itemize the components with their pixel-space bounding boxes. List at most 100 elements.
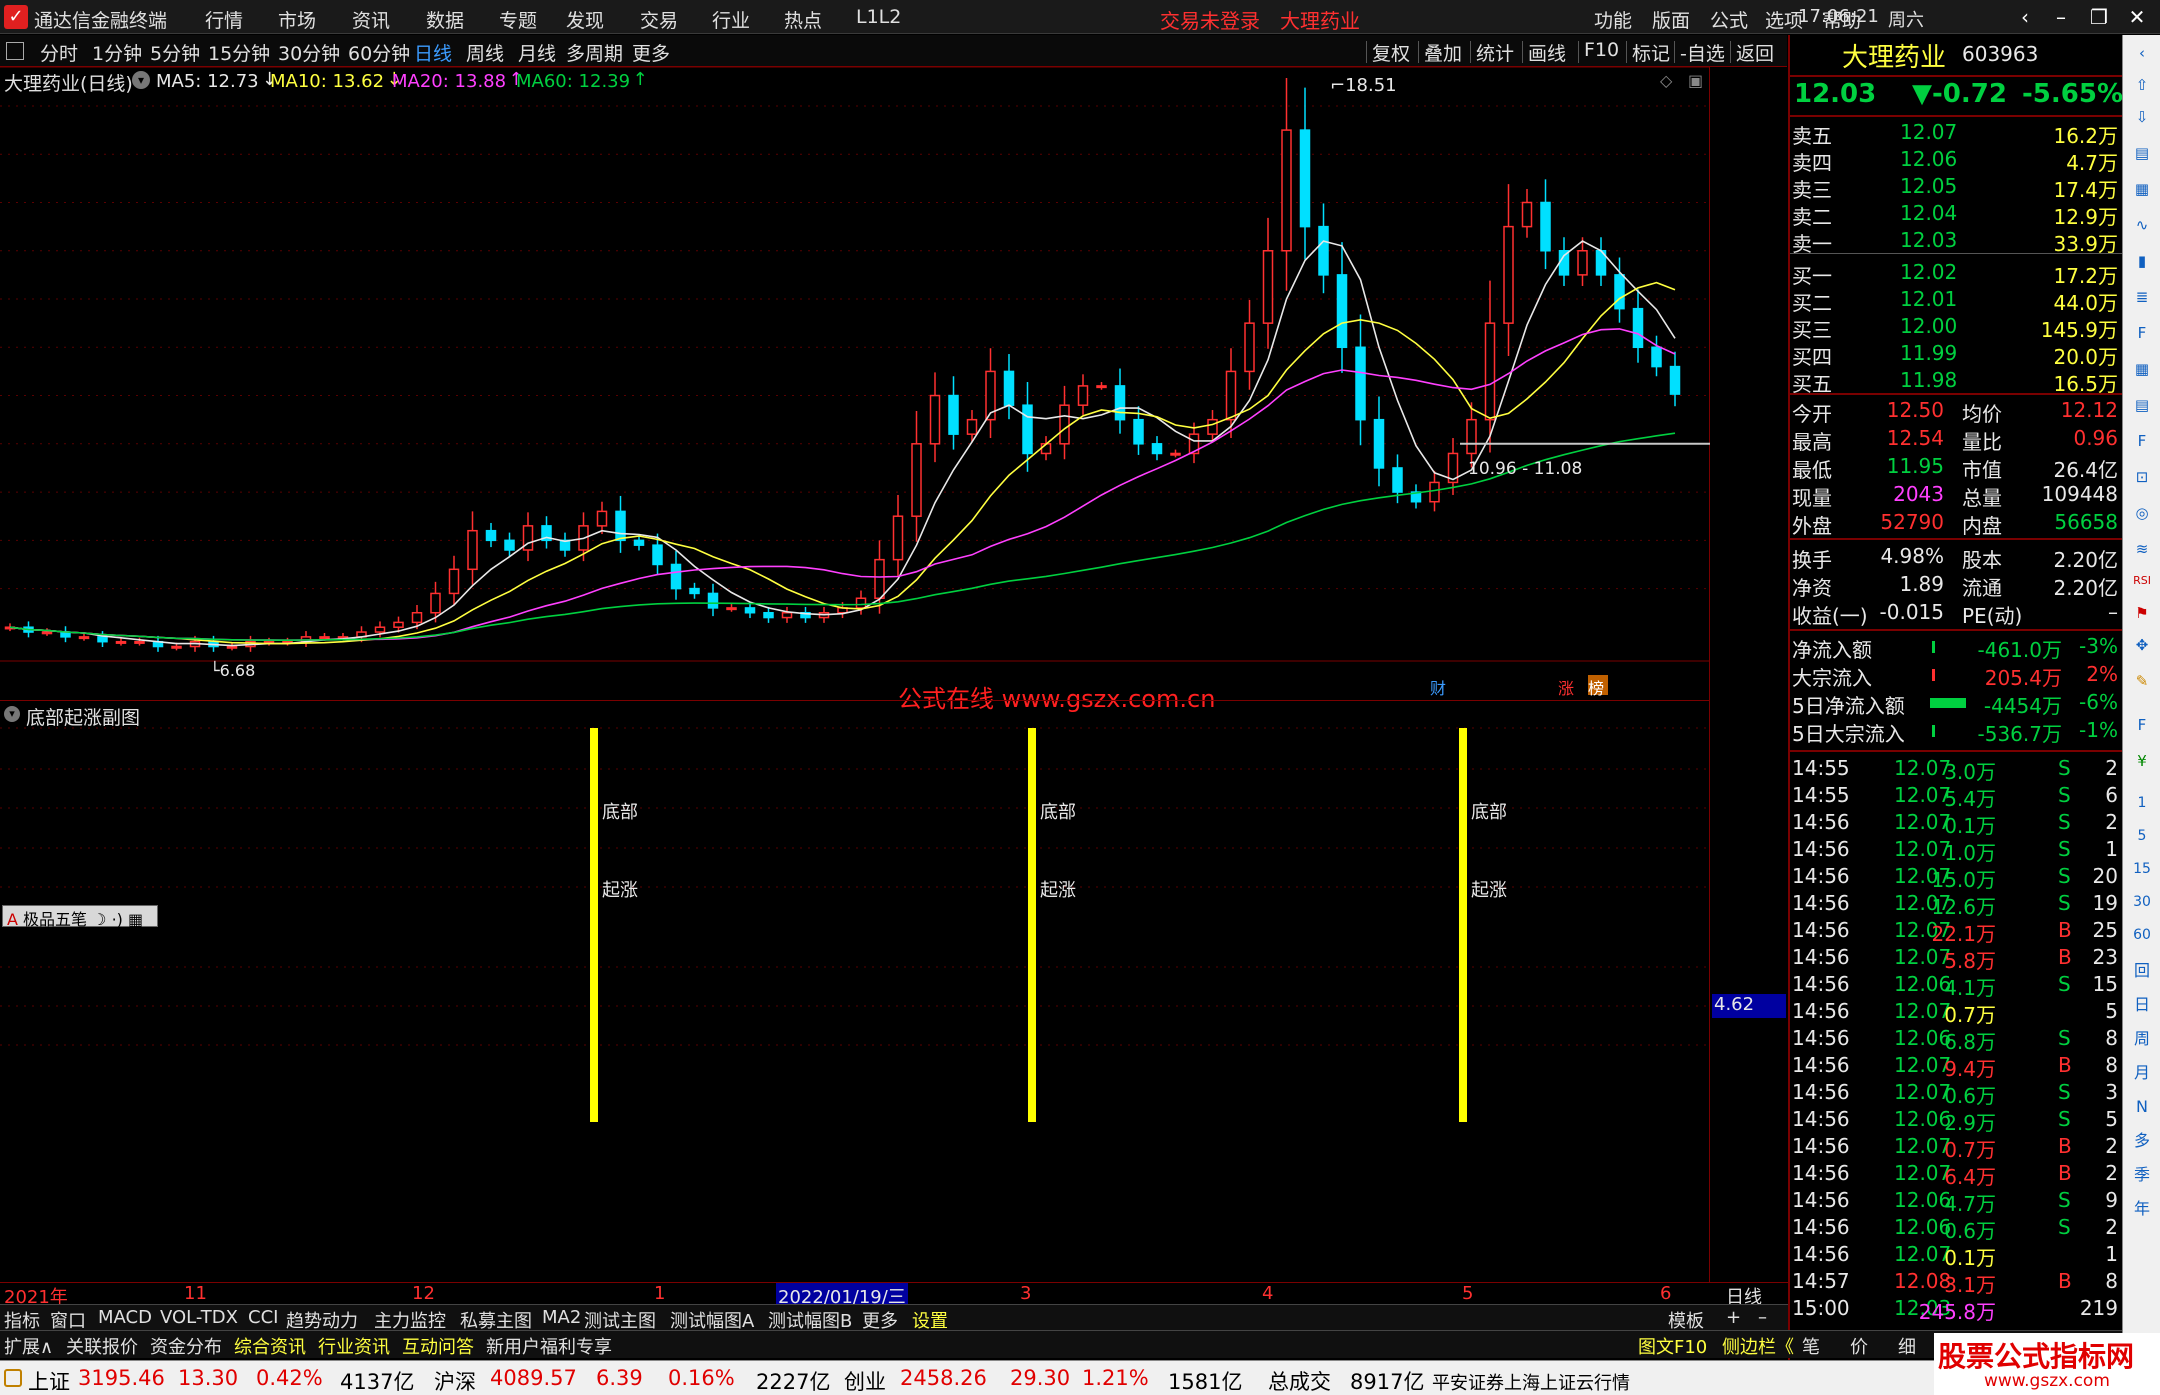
order-book-row[interactable]: 买五 11.98 16.5万 — [1790, 367, 2122, 396]
sub-dropdown-icon[interactable]: ▾ — [4, 706, 20, 722]
tick-row[interactable]: 14:56 12.07 5.8万 B 23 — [1790, 944, 2122, 973]
tool-4[interactable]: F10 — [1584, 39, 1619, 61]
side-period-4[interactable]: N — [2128, 1093, 2156, 1121]
tick-row[interactable]: 14:56 12.07 22.1万 B 25 — [1790, 917, 2122, 946]
side-period-0[interactable]: 回 — [2128, 957, 2156, 985]
tick-row[interactable]: 14:56 12.07 1.0万 S 1 — [1790, 836, 2122, 865]
right-menu-0[interactable]: 功能 — [1594, 6, 1632, 33]
period-10[interactable]: 更多 — [632, 39, 670, 66]
tab1-right-2[interactable]: – — [1758, 1307, 1767, 1328]
order-book-row[interactable]: 卖二 12.04 12.9万 — [1790, 200, 2122, 229]
period-5[interactable]: 60分钟 — [348, 39, 410, 66]
stats-icon[interactable]: ≋ — [2128, 535, 2156, 563]
back-nav-icon[interactable]: ‹ — [2010, 4, 2040, 30]
rank-badge[interactable]: 榜 — [1588, 675, 1608, 698]
pen-icon[interactable]: ✎ — [2128, 667, 2156, 695]
period-2[interactable]: 5分钟 — [150, 39, 200, 66]
ext-right-tab-1[interactable]: 侧边栏《 — [1722, 1333, 1794, 1359]
ext-tab-5[interactable]: 互动问答 — [402, 1333, 474, 1359]
menu-4[interactable]: 专题 — [499, 6, 537, 33]
panel-icon[interactable]: ▣ — [1688, 71, 1703, 90]
tick-row[interactable]: 14:56 12.07 12.6万 S 19 — [1790, 890, 2122, 919]
compare-icon[interactable]: ⊡ — [2128, 463, 2156, 491]
order-book-row[interactable]: 买四 11.99 20.0万 — [1790, 340, 2122, 369]
alert-icon[interactable]: ⚑ — [2128, 599, 2156, 627]
tick-row[interactable]: 14:56 12.06 4.1万 S 15 — [1790, 971, 2122, 1000]
ext-tab-4[interactable]: 行业资讯 — [318, 1333, 390, 1359]
money-icon[interactable]: ¥ — [2128, 747, 2156, 775]
main-kline-chart[interactable]: 18.0017.0016.0015.0014.0013.0012.0011.00… — [0, 66, 1784, 713]
tool-3[interactable]: 画线 — [1528, 39, 1566, 66]
ext-tab-6[interactable]: 新用户福利专享 — [486, 1333, 612, 1359]
ext-right-tab-3[interactable]: 价 — [1850, 1333, 1868, 1359]
ext-right-tab-2[interactable]: 笔 — [1802, 1333, 1820, 1359]
period-0[interactable]: 分时 — [40, 39, 78, 66]
minute-period-0[interactable]: 1 — [2128, 789, 2156, 817]
tick-row[interactable]: 14:56 12.06 0.6万 S 2 — [1790, 1214, 2122, 1243]
tick-row[interactable]: 14:56 12.06 6.8万 S 8 — [1790, 1025, 2122, 1054]
down-arrow-icon[interactable]: ⇩ — [2128, 103, 2156, 131]
line-chart-icon[interactable]: ∿ — [2128, 211, 2156, 239]
order-book-row[interactable]: 买一 12.02 17.2万 — [1790, 259, 2122, 288]
info-icon[interactable]: ▤ — [2128, 139, 2156, 167]
restore-icon[interactable]: ❐ — [2084, 4, 2114, 30]
tick-row[interactable]: 15:00 12.03 245.8万 219 — [1790, 1295, 2122, 1324]
collapse-icon[interactable]: ‹ — [2128, 39, 2156, 67]
fund-icon[interactable]: F — [2128, 427, 2156, 455]
period-7[interactable]: 周线 — [466, 39, 504, 66]
ext-right-tab-0[interactable]: 图文F10 — [1638, 1333, 1707, 1359]
tick-row[interactable]: 14:56 12.07 0.6万 S 3 — [1790, 1079, 2122, 1108]
diamond-icon[interactable]: ◇ — [1660, 71, 1672, 90]
sub-chart-svg[interactable]: 10.009.008.007.006.004.003.002.00 — [0, 699, 1784, 1282]
login-status[interactable]: 交易未登录 — [1160, 5, 1260, 34]
tick-row[interactable]: 14:55 12.07 3.0万 S 2 — [1790, 755, 2122, 784]
side-period-2[interactable]: 周 — [2128, 1025, 2156, 1053]
indicator-tab-4[interactable]: CCI — [248, 1307, 278, 1328]
period-3[interactable]: 15分钟 — [208, 39, 270, 66]
period-9[interactable]: 多周期 — [566, 39, 623, 66]
period-8[interactable]: 月线 — [518, 39, 556, 66]
menu-0[interactable]: 行情 — [205, 6, 243, 33]
tool-0[interactable]: 复权 — [1372, 39, 1410, 66]
side-period-6[interactable]: 季 — [2128, 1161, 2156, 1189]
indicator-tab-2[interactable]: MACD — [98, 1307, 152, 1328]
menu-2[interactable]: 资讯 — [352, 6, 390, 33]
order-book-row[interactable]: 买三 12.00 145.9万 — [1790, 313, 2122, 342]
tab1-right-1[interactable]: + — [1726, 1307, 1741, 1328]
period-6[interactable]: 日线 — [414, 39, 452, 66]
indicator-tab-8[interactable]: MA2 — [542, 1307, 581, 1328]
menu-3[interactable]: 数据 — [426, 6, 464, 33]
tick-row[interactable]: 14:56 12.07 0.1万 S 2 — [1790, 809, 2122, 838]
menu-1[interactable]: 市场 — [278, 6, 316, 33]
ext-tab-2[interactable]: 资金分布 — [150, 1333, 222, 1359]
ext-tab-0[interactable]: 扩展∧ — [4, 1333, 53, 1359]
minute-period-4[interactable]: 60 — [2128, 921, 2156, 949]
tick-row[interactable]: 14:56 12.06 2.9万 S 5 — [1790, 1106, 2122, 1135]
tool-2[interactable]: 统计 — [1476, 39, 1514, 66]
tick-row[interactable]: 14:55 12.07 5.4万 S 6 — [1790, 782, 2122, 811]
tool-6[interactable]: -自选 — [1680, 39, 1725, 66]
ime-toolbar[interactable]: A 极品五笔 ☽ ·) ▦ — [2, 905, 158, 929]
side-period-1[interactable]: 日 — [2128, 991, 2156, 1019]
tool-5[interactable]: 标记 — [1632, 39, 1670, 66]
menu-7[interactable]: 行业 — [712, 6, 750, 33]
tick-row[interactable]: 14:56 12.07 0.7万 5 — [1790, 998, 2122, 1027]
order-book-row[interactable]: 卖五 12.07 16.2万 — [1790, 119, 2122, 148]
sub-indicator-chart[interactable]: 10.009.008.007.006.004.003.002.00 ▾ 底部起涨… — [0, 699, 1786, 1282]
tick-row[interactable]: 14:56 12.06 4.7万 S 9 — [1790, 1187, 2122, 1216]
move-icon[interactable]: ✥ — [2128, 631, 2156, 659]
menu-icon[interactable] — [4, 1369, 22, 1387]
news-icon[interactable]: ≣ — [2128, 283, 2156, 311]
tick-row[interactable]: 14:57 12.08 3.1万 B 8 — [1790, 1268, 2122, 1297]
right-menu-1[interactable]: 版面 — [1652, 6, 1690, 33]
order-book-row[interactable]: 卖三 12.05 17.4万 — [1790, 173, 2122, 202]
toolbar-toggle-icon[interactable] — [6, 42, 24, 60]
tick-row[interactable]: 14:56 12.07 0.1万 1 — [1790, 1241, 2122, 1270]
grid-icon[interactable]: ▦ — [2128, 355, 2156, 383]
indicator-tab-3[interactable]: VOL-TDX — [160, 1307, 238, 1328]
finance-badge[interactable]: 财 — [1430, 675, 1450, 698]
up-arrow-icon[interactable]: ⇧ — [2128, 71, 2156, 99]
order-book-row[interactable]: 卖四 12.06 4.7万 — [1790, 146, 2122, 175]
side-period-3[interactable]: 月 — [2128, 1059, 2156, 1087]
index-name-2[interactable]: 创业 — [844, 1366, 886, 1395]
